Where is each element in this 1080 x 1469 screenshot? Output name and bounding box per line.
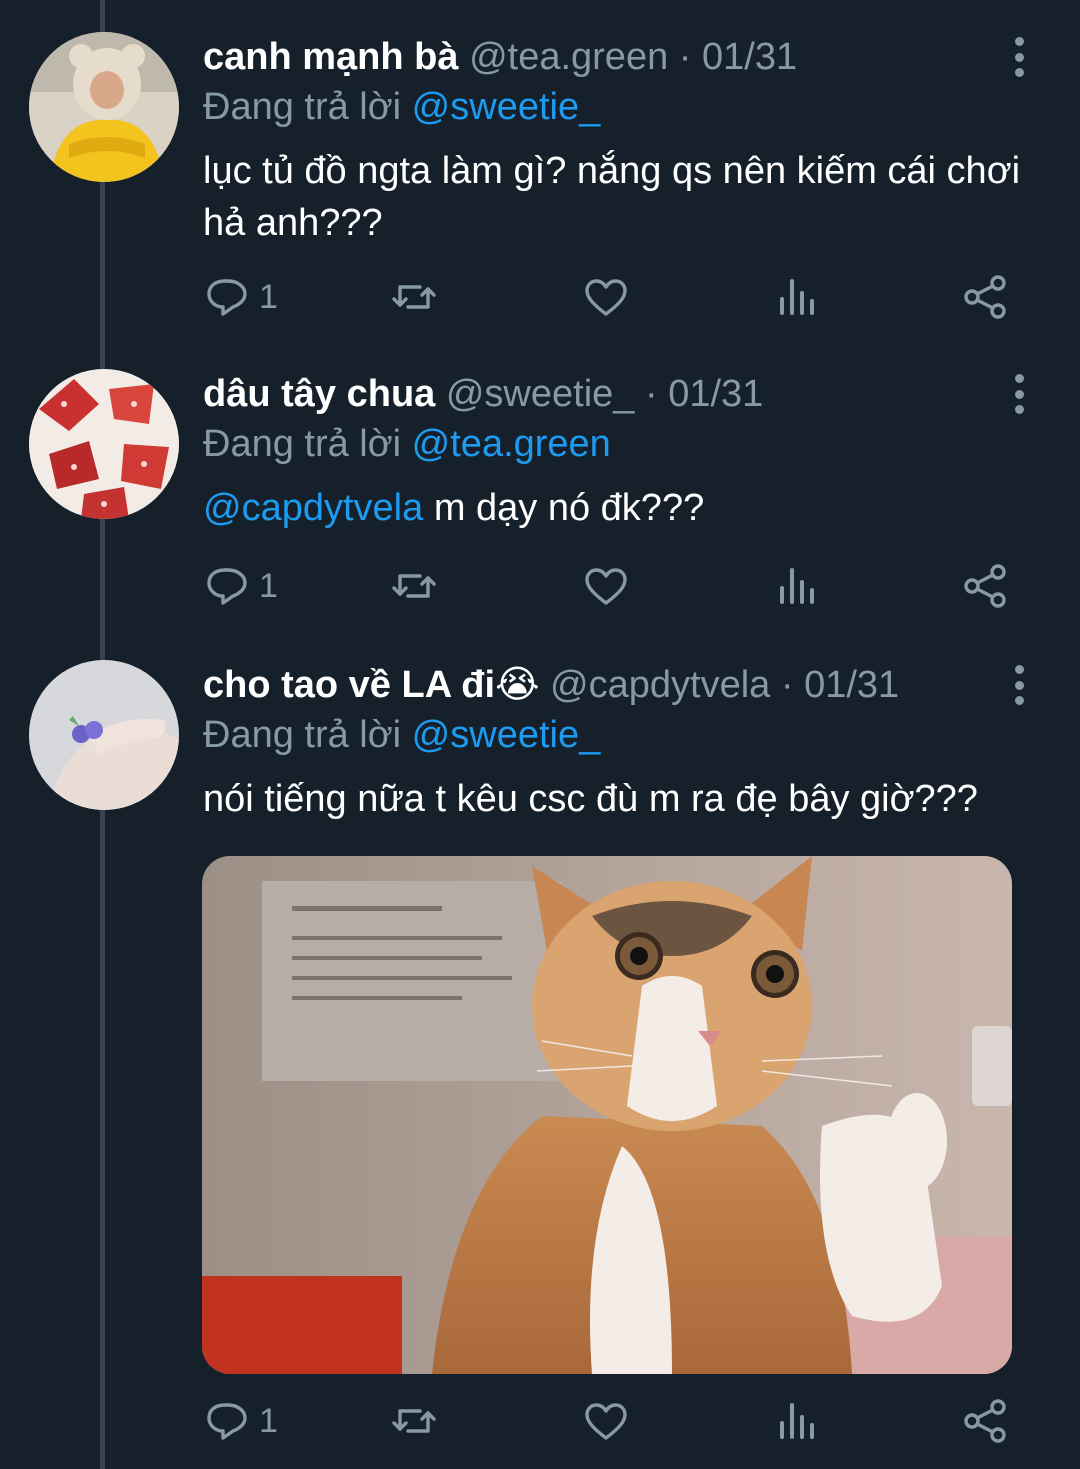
tweet-text: @capdytvela m dạy nó đk??? <box>203 482 1023 534</box>
retweet-button[interactable] <box>390 556 438 616</box>
separator-dot: · <box>678 36 692 78</box>
separator-dot: · <box>780 664 794 706</box>
avatar[interactable] <box>29 32 179 182</box>
tweet-text: lục tủ đồ ngta làm gì? nắng qs nên kiếm … <box>203 145 1023 249</box>
replying-prefix: Đang trả lời <box>203 423 402 465</box>
like-icon <box>585 568 627 605</box>
replying-prefix: Đang trả lời <box>203 86 402 128</box>
tweet-body: lục tủ đồ ngta làm gì? nắng qs nên kiếm … <box>203 150 1021 244</box>
replying-to-mention[interactable]: @sweetie_ <box>412 86 601 128</box>
share-button[interactable] <box>962 556 1010 616</box>
replying-to-mention[interactable]: @sweetie_ <box>412 714 601 756</box>
tweet-text: nói tiếng nữa t kêu csc đù m ra đẹ bây g… <box>203 773 1023 825</box>
handle[interactable]: @tea.green <box>469 36 668 78</box>
reply-count: 1 <box>259 277 278 316</box>
replying-to: Đang trả lời @tea.green <box>203 419 611 469</box>
share-icon <box>964 275 1006 319</box>
like-icon <box>585 1403 627 1440</box>
retweet-icon <box>392 285 436 309</box>
cat-thumbs-up-image <box>202 856 1012 1374</box>
share-button[interactable] <box>962 1391 1010 1451</box>
reply-icon <box>207 1403 247 1440</box>
reply-count: 1 <box>259 1401 278 1440</box>
action-bar: 1 <box>0 556 1080 616</box>
tweet-media-image[interactable] <box>202 856 1012 1374</box>
replying-prefix: Đang trả lời <box>203 714 402 756</box>
retweet-button[interactable] <box>390 267 438 327</box>
action-bar: 1 <box>0 267 1080 327</box>
reply-button[interactable]: 1 <box>203 556 278 616</box>
display-name[interactable]: cho tao về LA đi😭 <box>203 664 539 706</box>
display-name[interactable]: canh mạnh bà <box>203 36 459 78</box>
like-button[interactable] <box>582 1391 630 1451</box>
analytics-button[interactable] <box>772 1391 820 1451</box>
retweet-button[interactable] <box>390 1391 438 1451</box>
more-icon[interactable] <box>1004 37 1034 77</box>
analytics-button[interactable] <box>772 267 820 327</box>
like-button[interactable] <box>582 556 630 616</box>
timestamp[interactable]: 01/31 <box>702 36 797 78</box>
share-icon <box>964 1399 1006 1443</box>
share-button[interactable] <box>962 267 1010 327</box>
timestamp[interactable]: 01/31 <box>804 664 899 706</box>
like-button[interactable] <box>582 267 630 327</box>
analytics-icon <box>780 279 814 315</box>
replying-to-mention[interactable]: @tea.green <box>412 423 611 465</box>
action-bar: 1 <box>0 1391 1080 1451</box>
retweet-icon <box>392 1409 436 1433</box>
handle[interactable]: @sweetie_ <box>446 373 635 415</box>
text-mention[interactable]: @capdytvela <box>203 487 423 529</box>
retweet-icon <box>392 574 436 598</box>
tweet-body: nói tiếng nữa t kêu csc đù m ra đẹ bây g… <box>203 778 978 820</box>
share-icon <box>964 564 1006 608</box>
separator-dot: · <box>644 373 658 415</box>
tweet-body: m dạy nó đk??? <box>433 487 705 529</box>
more-icon[interactable] <box>1004 665 1034 705</box>
handle[interactable]: @capdytvela <box>550 664 770 706</box>
replying-to: Đang trả lời @sweetie_ <box>203 82 600 132</box>
reply-icon <box>207 568 247 605</box>
avatar[interactable] <box>29 369 179 519</box>
avatar[interactable] <box>29 660 179 810</box>
timestamp[interactable]: 01/31 <box>668 373 763 415</box>
analytics-button[interactable] <box>772 556 820 616</box>
reply-button[interactable]: 1 <box>203 267 278 327</box>
more-icon[interactable] <box>1004 374 1034 414</box>
replying-to: Đang trả lời @sweetie_ <box>203 710 600 760</box>
reply-count: 1 <box>259 566 278 605</box>
reply-button[interactable]: 1 <box>203 1391 278 1451</box>
reply-icon <box>207 279 247 316</box>
display-name[interactable]: dâu tây chua <box>203 373 435 415</box>
analytics-icon <box>780 568 814 604</box>
like-icon <box>585 279 627 316</box>
analytics-icon <box>780 1403 814 1439</box>
